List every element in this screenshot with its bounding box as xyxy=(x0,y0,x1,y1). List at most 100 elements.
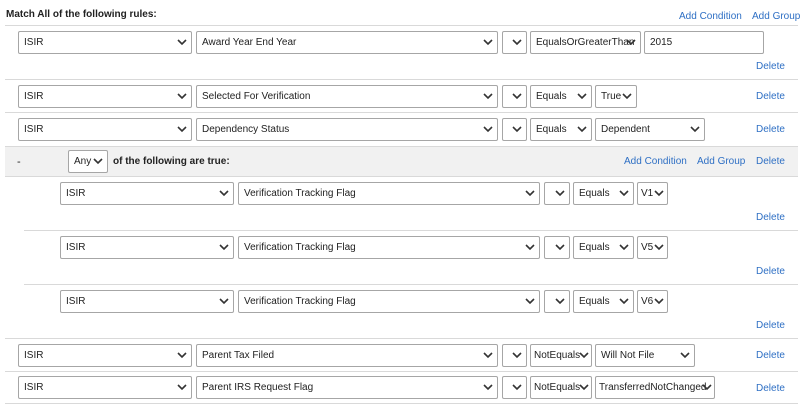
chevron-down-icon xyxy=(555,183,565,204)
group-match-text: of the following are true: xyxy=(113,156,230,167)
source-select[interactable]: ISIR xyxy=(18,85,192,108)
chevron-down-icon xyxy=(219,291,229,312)
value-select[interactable]: Will Not File xyxy=(595,344,695,367)
delete-link[interactable]: Delete xyxy=(756,350,785,361)
extra-select[interactable] xyxy=(544,236,570,259)
select-value: Equals xyxy=(579,242,610,253)
select-value: ISIR xyxy=(24,124,44,135)
select-value: Equals xyxy=(579,296,610,307)
source-select[interactable]: ISIR xyxy=(60,236,234,259)
row-divider xyxy=(5,112,798,113)
source-select[interactable]: ISIR xyxy=(18,344,192,367)
field-select[interactable]: Verification Tracking Flag xyxy=(238,290,540,313)
value-select[interactable]: TransferredNotChanged xyxy=(595,376,715,399)
group-add-condition-link[interactable]: Add Condition xyxy=(624,156,687,167)
chevron-down-icon xyxy=(626,32,636,53)
extra-select[interactable] xyxy=(544,182,570,205)
delete-link[interactable]: Delete xyxy=(756,61,785,72)
extra-select[interactable] xyxy=(502,85,527,108)
select-value: V6 xyxy=(641,296,654,307)
value-select[interactable]: V5 xyxy=(637,236,668,259)
value-select[interactable]: Dependent xyxy=(595,118,705,141)
chevron-down-icon xyxy=(483,345,493,366)
chevron-down-icon xyxy=(654,237,664,258)
select-value: Will Not File xyxy=(601,350,655,361)
chevron-down-icon xyxy=(512,86,522,107)
chevron-down-icon xyxy=(680,345,690,366)
select-value: Verification Tracking Flag xyxy=(244,296,356,307)
chevron-down-icon xyxy=(555,291,565,312)
chevron-down-icon xyxy=(702,377,712,398)
select-value: ISIR xyxy=(24,91,44,102)
chevron-down-icon xyxy=(483,119,493,140)
row-divider xyxy=(5,338,798,339)
value-select[interactable]: V1 xyxy=(637,182,668,205)
delete-link[interactable]: Delete xyxy=(756,320,785,331)
operator-select[interactable]: NotEquals xyxy=(530,376,592,399)
select-value: NotEquals xyxy=(534,350,581,361)
chevron-down-icon xyxy=(177,86,187,107)
chevron-down-icon xyxy=(579,377,589,398)
delete-link[interactable]: Delete xyxy=(756,212,785,223)
chevron-down-icon xyxy=(177,32,187,53)
field-select[interactable]: Parent Tax Filed xyxy=(196,344,498,367)
group-delete-link[interactable]: Delete xyxy=(756,156,785,167)
source-select[interactable]: ISIR xyxy=(60,290,234,313)
field-select[interactable]: Selected For Verification xyxy=(196,85,498,108)
delete-link[interactable]: Delete xyxy=(756,266,785,277)
extra-select[interactable] xyxy=(502,344,527,367)
operator-select[interactable]: Equals xyxy=(573,236,634,259)
chevron-down-icon xyxy=(619,291,629,312)
chevron-down-icon xyxy=(525,237,535,258)
field-select[interactable]: Parent IRS Request Flag xyxy=(196,376,498,399)
source-select[interactable]: ISIR xyxy=(18,31,192,54)
delete-link[interactable]: Delete xyxy=(756,91,785,102)
operator-select[interactable]: Equals xyxy=(530,85,592,108)
collapse-group-toggle[interactable]: - xyxy=(17,156,21,168)
operator-select[interactable]: Equals xyxy=(573,182,634,205)
select-value: ISIR xyxy=(24,350,44,361)
operator-select[interactable]: Equals xyxy=(530,118,592,141)
group-add-group-link[interactable]: Add Group xyxy=(697,156,745,167)
add-group-link[interactable]: Add Group xyxy=(752,11,800,22)
field-select[interactable]: Verification Tracking Flag xyxy=(238,182,540,205)
extra-select[interactable] xyxy=(502,376,527,399)
delete-link[interactable]: Delete xyxy=(756,383,785,394)
select-value: V5 xyxy=(641,242,654,253)
chevron-down-icon xyxy=(512,32,522,53)
chevron-down-icon xyxy=(483,377,493,398)
group-match-select[interactable]: Any xyxy=(68,150,108,173)
select-value: ISIR xyxy=(66,188,86,199)
chevron-down-icon xyxy=(177,345,187,366)
source-select[interactable]: ISIR xyxy=(60,182,234,205)
field-select[interactable]: Dependency Status xyxy=(196,118,498,141)
chevron-down-icon xyxy=(483,86,493,107)
extra-select[interactable] xyxy=(544,290,570,313)
chevron-down-icon xyxy=(654,183,664,204)
value-input[interactable]: 2015 xyxy=(644,31,764,54)
select-value: V1 xyxy=(641,188,654,199)
chevron-down-icon xyxy=(622,86,632,107)
value-select[interactable]: True xyxy=(595,85,637,108)
operator-select[interactable]: NotEquals xyxy=(530,344,592,367)
chevron-down-icon xyxy=(512,377,522,398)
add-condition-link[interactable]: Add Condition xyxy=(679,11,742,22)
extra-select[interactable] xyxy=(502,118,527,141)
operator-select[interactable]: EqualsOrGreaterThan xyxy=(530,31,641,54)
chevron-down-icon xyxy=(577,119,587,140)
select-value: ISIR xyxy=(66,296,86,307)
extra-select[interactable] xyxy=(502,31,527,54)
operator-select[interactable]: Equals xyxy=(573,290,634,313)
chevron-down-icon xyxy=(525,291,535,312)
row-divider xyxy=(24,230,798,231)
value-select[interactable]: V6 xyxy=(637,290,668,313)
field-select[interactable]: Award Year End Year xyxy=(196,31,498,54)
source-select[interactable]: ISIR xyxy=(18,376,192,399)
chevron-down-icon xyxy=(483,32,493,53)
field-select[interactable]: Verification Tracking Flag xyxy=(238,236,540,259)
select-value: Parent IRS Request Flag xyxy=(202,382,314,393)
select-value: TransferredNotChanged xyxy=(599,382,707,393)
select-value: True xyxy=(601,91,622,102)
source-select[interactable]: ISIR xyxy=(18,118,192,141)
delete-link[interactable]: Delete xyxy=(756,124,785,135)
